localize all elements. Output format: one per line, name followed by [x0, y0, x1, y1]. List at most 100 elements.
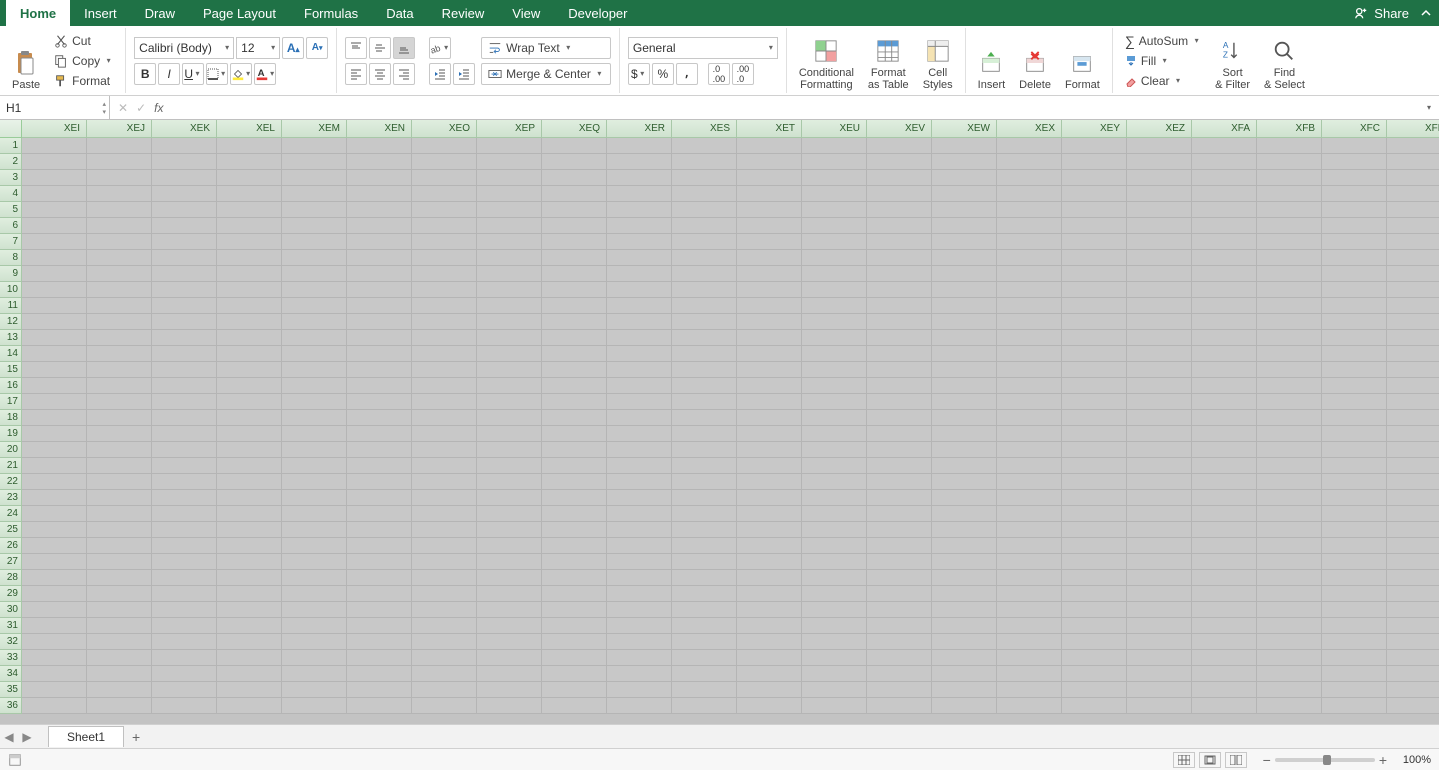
align-bottom-button[interactable] [393, 37, 415, 59]
cell[interactable] [737, 442, 802, 458]
cell[interactable] [1192, 346, 1257, 362]
cell[interactable] [607, 474, 672, 490]
cell[interactable] [1257, 570, 1322, 586]
cell[interactable] [1127, 138, 1192, 154]
cell[interactable] [1257, 346, 1322, 362]
cell[interactable] [1257, 666, 1322, 682]
cell[interactable] [282, 314, 347, 330]
cell[interactable] [1192, 554, 1257, 570]
cell[interactable] [412, 314, 477, 330]
cell[interactable] [87, 394, 152, 410]
cell[interactable] [1192, 202, 1257, 218]
cell[interactable] [672, 666, 737, 682]
cell[interactable] [217, 506, 282, 522]
cell[interactable] [217, 394, 282, 410]
cell[interactable] [1127, 490, 1192, 506]
cell[interactable] [152, 586, 217, 602]
cell[interactable] [477, 202, 542, 218]
cell[interactable] [542, 202, 607, 218]
cell[interactable] [87, 666, 152, 682]
cell[interactable] [802, 618, 867, 634]
name-box-spinner[interactable]: ▴▾ [102, 100, 106, 116]
cell[interactable] [1127, 218, 1192, 234]
cell[interactable] [1322, 522, 1387, 538]
cell[interactable] [802, 298, 867, 314]
font-size-combo[interactable]: 12▾ [236, 37, 280, 59]
align-center-button[interactable] [369, 63, 391, 85]
cell[interactable] [22, 202, 87, 218]
cell[interactable] [867, 362, 932, 378]
cell[interactable] [282, 570, 347, 586]
column-header[interactable]: XEJ [87, 120, 152, 138]
cell[interactable] [1387, 634, 1439, 650]
cell[interactable] [802, 698, 867, 714]
cell[interactable] [607, 410, 672, 426]
cell[interactable] [1257, 634, 1322, 650]
cell[interactable] [1387, 650, 1439, 666]
cell[interactable] [217, 170, 282, 186]
cell[interactable] [542, 378, 607, 394]
column-header[interactable]: XEW [932, 120, 997, 138]
cell[interactable] [542, 266, 607, 282]
cell[interactable] [22, 170, 87, 186]
cell[interactable] [412, 458, 477, 474]
cell[interactable] [1322, 538, 1387, 554]
cell[interactable] [672, 282, 737, 298]
cell[interactable] [802, 474, 867, 490]
cell[interactable] [282, 410, 347, 426]
cell[interactable] [1127, 346, 1192, 362]
cell[interactable] [867, 346, 932, 362]
cell[interactable] [87, 330, 152, 346]
cell[interactable] [152, 346, 217, 362]
cell[interactable] [737, 682, 802, 698]
cell[interactable] [1322, 394, 1387, 410]
cell[interactable] [477, 682, 542, 698]
cell[interactable] [1192, 650, 1257, 666]
cell[interactable] [1192, 586, 1257, 602]
cell[interactable] [217, 234, 282, 250]
cell[interactable] [477, 218, 542, 234]
cell[interactable] [1127, 618, 1192, 634]
cell[interactable] [672, 330, 737, 346]
cell[interactable] [412, 298, 477, 314]
cell[interactable] [932, 602, 997, 618]
cell[interactable] [867, 378, 932, 394]
cell[interactable] [1322, 554, 1387, 570]
cell[interactable] [1192, 474, 1257, 490]
cell[interactable] [217, 554, 282, 570]
cell[interactable] [932, 378, 997, 394]
cell[interactable] [737, 618, 802, 634]
cell[interactable] [1257, 314, 1322, 330]
align-right-button[interactable] [393, 63, 415, 85]
cell[interactable] [1062, 378, 1127, 394]
cell[interactable] [1387, 442, 1439, 458]
cell[interactable] [802, 234, 867, 250]
cell[interactable] [1322, 666, 1387, 682]
cell[interactable] [347, 570, 412, 586]
merge-center-button[interactable]: Merge & Center ▾ [481, 63, 611, 85]
cell[interactable] [997, 154, 1062, 170]
cell[interactable] [672, 522, 737, 538]
cell[interactable] [1062, 666, 1127, 682]
cell[interactable] [1257, 650, 1322, 666]
cell[interactable] [1192, 538, 1257, 554]
cell[interactable] [1387, 490, 1439, 506]
cell[interactable] [217, 186, 282, 202]
cell[interactable] [737, 298, 802, 314]
cell[interactable] [412, 250, 477, 266]
cell[interactable] [282, 618, 347, 634]
cell[interactable] [997, 266, 1062, 282]
cell[interactable] [152, 602, 217, 618]
cell[interactable] [347, 538, 412, 554]
cell[interactable] [867, 442, 932, 458]
formula-editor[interactable]: ✕ ✓ fx ▾ [110, 101, 1439, 115]
customize-status-icon[interactable] [8, 753, 22, 767]
row-header[interactable]: 31 [0, 618, 22, 634]
cell[interactable] [607, 250, 672, 266]
cell[interactable] [282, 426, 347, 442]
wrap-text-button[interactable]: Wrap Text ▾ [481, 37, 611, 59]
cell[interactable] [802, 186, 867, 202]
cell[interactable] [22, 138, 87, 154]
increase-font-button[interactable]: A▴ [282, 37, 304, 59]
cell[interactable] [737, 234, 802, 250]
